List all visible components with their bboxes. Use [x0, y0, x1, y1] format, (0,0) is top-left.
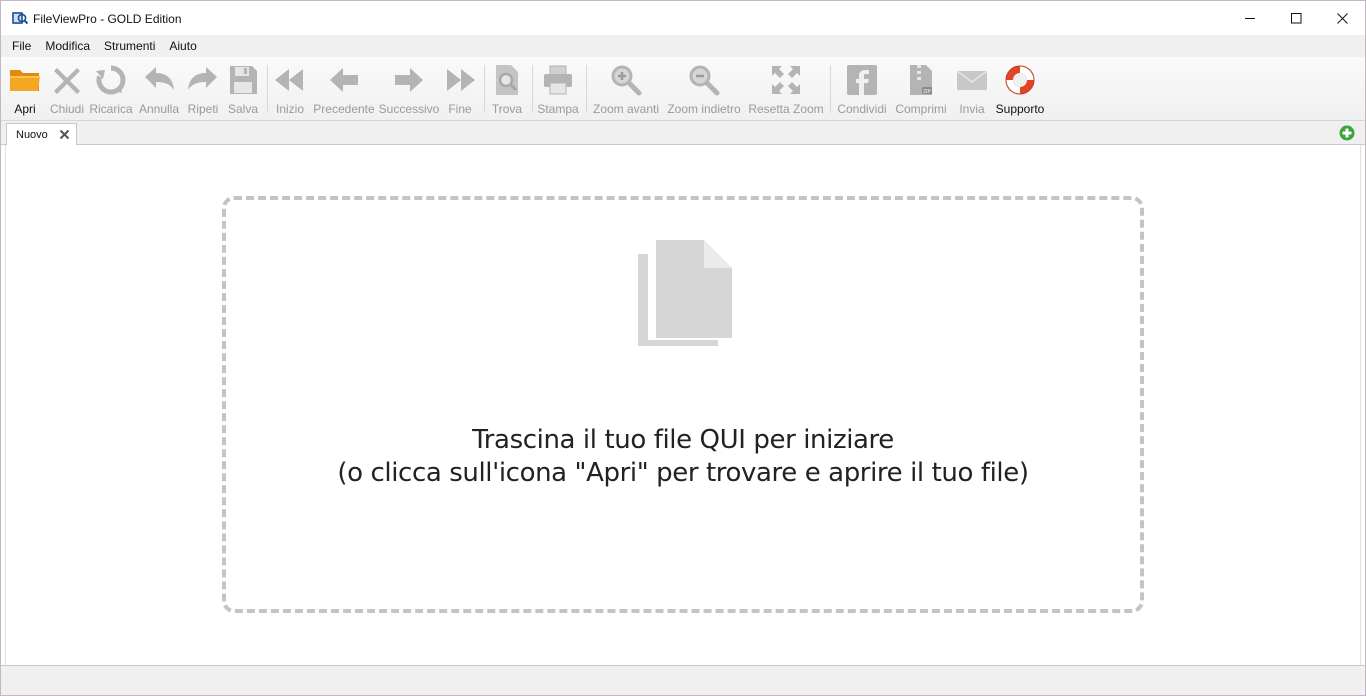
close-x-icon	[54, 68, 80, 94]
open-button[interactable]: Apri	[7, 63, 43, 119]
zoom-in-button[interactable]: Zoom avanti	[591, 63, 661, 119]
reload-icon	[96, 65, 126, 95]
first-label: Inizio	[275, 102, 304, 116]
drop-instruction: Trascina il tuo file QUI per iniziare	[472, 425, 894, 455]
find-button[interactable]: Trova	[489, 63, 525, 119]
redo-button[interactable]: Ripeti	[185, 63, 221, 119]
find-document-icon	[496, 65, 518, 95]
facebook-icon	[847, 65, 877, 95]
undo-button[interactable]: Annulla	[137, 63, 181, 119]
toolbar: Apri Chiudi Ricarica Annulla Ripeti Salv…	[1, 57, 1365, 121]
zoom-in-icon	[611, 65, 642, 96]
reload-label: Ricarica	[89, 102, 133, 116]
close-file-button[interactable]: Chiudi	[47, 63, 87, 119]
app-logo-icon	[12, 12, 28, 25]
expand-arrows-icon	[772, 66, 800, 94]
minimize-button[interactable]	[1227, 1, 1273, 35]
open-label: Apri	[14, 102, 36, 116]
save-label: Salva	[227, 102, 259, 116]
zoom-out-button[interactable]: Zoom indietro	[664, 63, 744, 119]
menu-strumenti[interactable]: Strumenti	[97, 35, 162, 57]
zoom-out-label: Zoom indietro	[667, 102, 741, 116]
menu-bar: File Modifica Strumenti Aiuto	[1, 35, 1365, 57]
minimize-icon	[1244, 17, 1255, 19]
print-label: Stampa	[537, 102, 579, 116]
close-icon	[1336, 12, 1348, 24]
reset-zoom-label: Resetta Zoom	[748, 102, 824, 116]
menu-file[interactable]: File	[1, 35, 38, 57]
close-window-button[interactable]	[1319, 1, 1365, 35]
reload-button[interactable]: Ricarica	[89, 63, 133, 119]
lifebuoy-icon	[1005, 65, 1035, 95]
drop-zone[interactable]: Trascina il tuo file QUI per iniziare (o…	[222, 196, 1144, 613]
redo-icon	[188, 67, 217, 90]
tab-strip: Nuovo	[1, 121, 1365, 146]
toolbar-separator	[532, 65, 533, 113]
compress-label: Comprimi	[895, 102, 947, 116]
documents-icon	[638, 240, 732, 346]
maximize-button[interactable]	[1273, 1, 1319, 35]
print-button[interactable]: Stampa	[536, 63, 580, 119]
title-bar: FileViewPro - GOLD Edition	[1, 1, 1365, 35]
rewind-icon	[275, 69, 303, 91]
zoom-out-icon	[689, 65, 720, 96]
floppy-disk-icon	[230, 66, 257, 94]
reset-zoom-button[interactable]: Resetta Zoom	[747, 63, 825, 119]
previous-label: Precedente	[313, 102, 375, 116]
envelope-icon	[956, 70, 988, 90]
share-button[interactable]: Condividi	[835, 63, 889, 119]
redo-label: Ripeti	[187, 102, 219, 116]
close-tab-icon[interactable]	[59, 129, 70, 140]
svg-text:ZIP: ZIP	[923, 89, 931, 95]
toolbar-separator	[267, 65, 268, 113]
menu-modifica[interactable]: Modifica	[38, 35, 97, 57]
arrow-left-icon	[330, 68, 358, 92]
toolbar-separator	[484, 65, 485, 113]
find-label: Trova	[491, 102, 523, 116]
compress-button[interactable]: ZIP Comprimi	[893, 63, 949, 119]
undo-label: Annulla	[138, 102, 180, 116]
undo-icon	[145, 67, 174, 90]
main-area: Trascina il tuo file QUI per iniziare (o…	[5, 145, 1361, 665]
toolbar-separator	[586, 65, 587, 113]
support-button[interactable]: Supporto	[994, 63, 1046, 119]
menu-aiuto[interactable]: Aiuto	[162, 35, 203, 57]
toolbar-separator	[830, 65, 831, 113]
support-label: Supporto	[995, 102, 1045, 116]
tab-nuovo[interactable]: Nuovo	[6, 123, 77, 146]
drop-hint: (o clicca sull'icona "Apri" per trovare …	[337, 458, 1029, 488]
zoom-in-label: Zoom avanti	[592, 102, 660, 116]
maximize-icon	[1290, 12, 1301, 23]
previous-button[interactable]: Precedente	[313, 63, 375, 119]
add-tab-icon[interactable]	[1339, 125, 1355, 141]
next-button[interactable]: Successivo	[379, 63, 439, 119]
tab-label: Nuovo	[16, 129, 48, 141]
printer-icon	[544, 65, 572, 95]
last-button[interactable]: Fine	[443, 63, 477, 119]
status-bar	[1, 665, 1365, 695]
save-button[interactable]: Salva	[226, 63, 260, 119]
send-button[interactable]: Invia	[954, 63, 990, 119]
share-label: Condividi	[837, 102, 887, 116]
arrow-right-icon	[395, 68, 423, 92]
window-title: FileViewPro - GOLD Edition	[33, 12, 182, 26]
close-file-label: Chiudi	[49, 102, 85, 116]
fast-forward-icon	[447, 69, 475, 91]
app-window: FileViewPro - GOLD Edition File Modifica…	[0, 0, 1366, 696]
folder-open-icon	[10, 70, 40, 91]
first-button[interactable]: Inizio	[272, 63, 308, 119]
last-label: Fine	[448, 102, 472, 116]
zip-archive-icon: ZIP	[910, 65, 932, 95]
send-label: Invia	[959, 102, 985, 116]
next-label: Successivo	[378, 102, 440, 116]
